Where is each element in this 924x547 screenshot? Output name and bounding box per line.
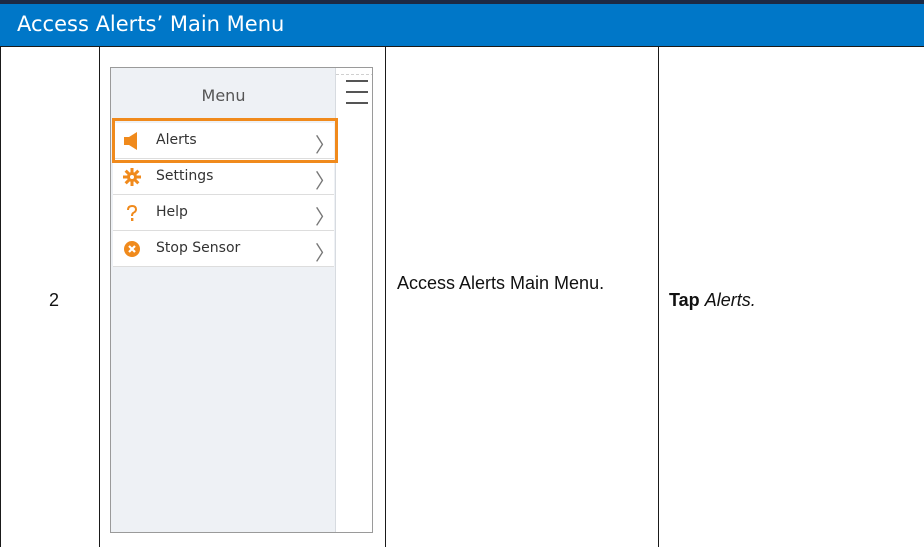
column-divider [99,46,100,547]
instruction-table: Access Alerts’ Main Menu 2 Access Alerts… [0,0,924,547]
step-number: 2 [49,290,60,310]
question-icon [123,204,141,222]
menu-item-help[interactable]: Help 〉 [113,195,335,231]
hamburger-menu-icon[interactable] [346,80,368,106]
instruction-verb: Tap [669,290,700,310]
menu-item-label: Help [156,204,188,220]
column-divider [385,46,386,547]
step-action: Access Alerts Main Menu. [397,273,605,293]
menu-item-settings[interactable]: Settings 〉 [113,159,335,195]
chevron-right-icon: 〉 [315,169,335,193]
menu-title: Menu [201,86,246,105]
menu-panel: Menu Alerts 〉 Settings 〉 Help 〉 Stop Sen… [111,68,338,532]
menu-item-stop-sensor[interactable]: Stop Sensor 〉 [113,231,335,267]
alerts-highlight-box [112,118,338,163]
stop-icon [123,240,141,258]
row-divider [0,46,924,47]
column-divider [658,46,659,547]
menu-item-label: Stop Sensor [156,240,241,256]
chevron-right-icon: 〉 [315,241,335,265]
instruction-target: Alerts. [704,290,756,310]
phone-screenshot: Menu Alerts 〉 Settings 〉 Help 〉 Stop Sen… [110,67,373,533]
gear-icon [123,168,141,186]
menu-item-label: Settings [156,168,214,184]
table-border-left [0,46,1,547]
step-instruction: Tap Alerts. [669,290,756,311]
chevron-right-icon: 〉 [315,205,335,229]
table-header: Access Alerts’ Main Menu [0,0,924,46]
